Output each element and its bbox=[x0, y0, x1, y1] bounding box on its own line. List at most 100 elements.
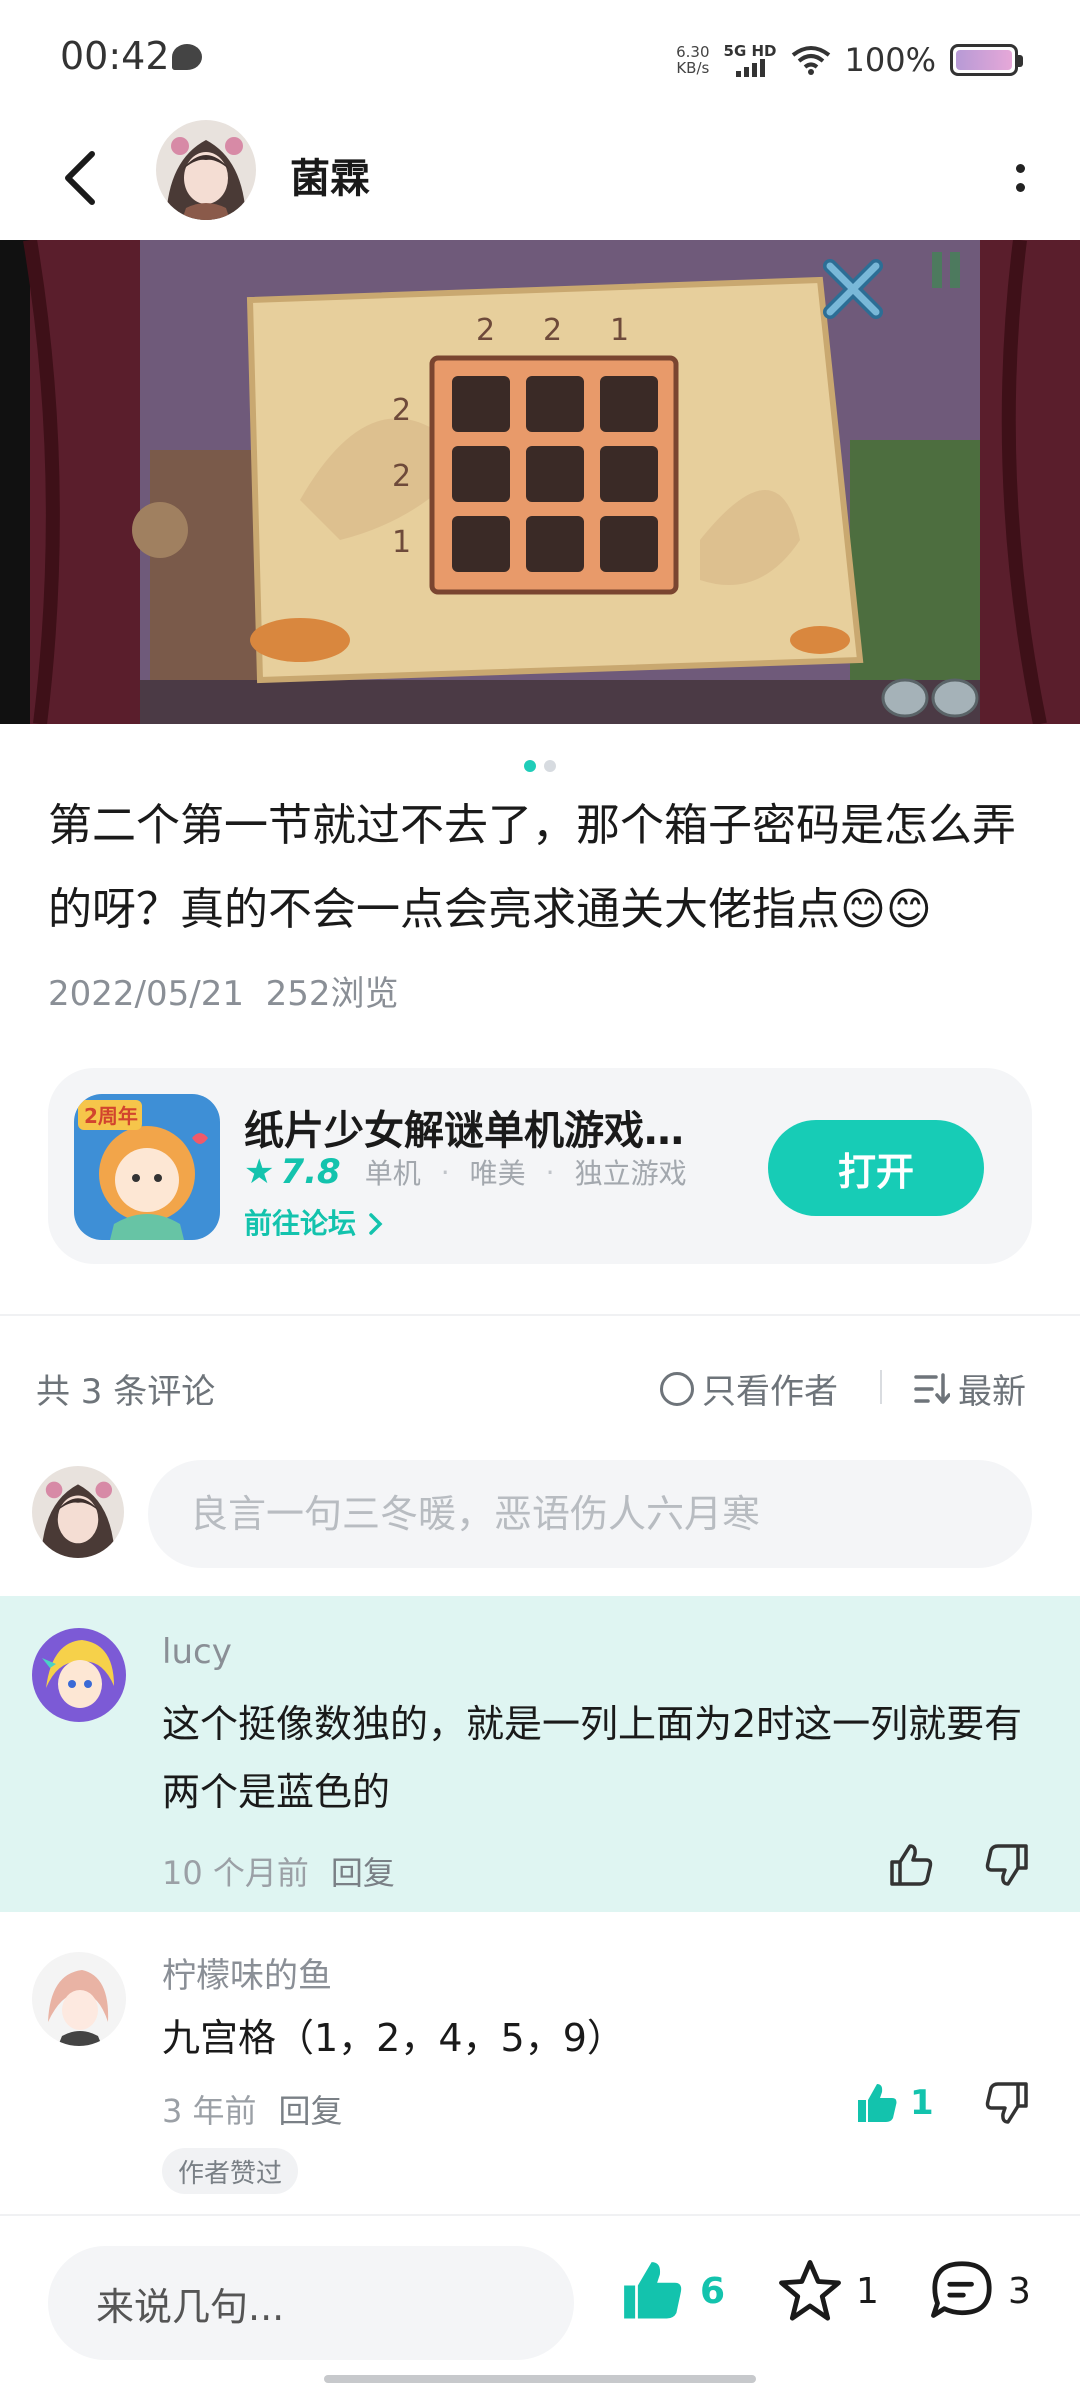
forum-link[interactable]: 前往论坛 bbox=[244, 1202, 386, 1242]
sort-icon bbox=[914, 1372, 950, 1404]
post-date: 2022/05/21 bbox=[48, 974, 244, 1014]
commenter-avatar[interactable] bbox=[32, 1952, 126, 2046]
comment-input[interactable] bbox=[148, 1460, 1032, 1568]
commenter-name[interactable]: lucy bbox=[162, 1632, 232, 1672]
like-count: 1 bbox=[910, 2083, 934, 2123]
comment-text: 九宫格（1，2，4，5，9） bbox=[162, 2016, 625, 2060]
svg-text:1: 1 bbox=[392, 525, 411, 560]
post-views: 252浏览 bbox=[265, 974, 399, 1014]
filter-separator bbox=[880, 1370, 882, 1404]
comment-count: 3 bbox=[1008, 2270, 1031, 2312]
like-button[interactable] bbox=[886, 1840, 936, 1890]
network-speed-value: 6.30 bbox=[676, 43, 710, 61]
comment-item[interactable]: 柠檬味的鱼 九宫格（1，2，4，5，9） 3 年前 回复 1 作者赞过 bbox=[0, 1912, 1080, 2212]
comment-bubble-icon bbox=[931, 2261, 992, 2318]
battery-percent: 100% bbox=[844, 41, 936, 79]
reply-button[interactable]: 回复 bbox=[331, 1848, 395, 1894]
post-like-count: 6 bbox=[700, 2270, 726, 2312]
tag-separator: · bbox=[440, 1155, 450, 1189]
author-liked-badge: 作者赞过 bbox=[162, 2148, 299, 2194]
thumbs-down-icon bbox=[985, 1844, 1028, 1886]
comment-meta: 10 个月前 回复 bbox=[162, 1848, 395, 1894]
wifi-icon bbox=[791, 46, 830, 75]
my-avatar bbox=[32, 1466, 124, 1558]
battery-icon bbox=[950, 44, 1023, 76]
favorite-count: 1 bbox=[856, 2270, 879, 2312]
author-name[interactable]: 菌霖 bbox=[290, 146, 370, 204]
quick-comment-input[interactable]: 来说几句... bbox=[48, 2246, 574, 2360]
post-body: 第二个第一节就过不去了，那个箱子密码是怎么弄的呀？真的不会一点会亮求通关大佬指点… bbox=[48, 800, 1016, 935]
home-indicator[interactable] bbox=[324, 2375, 756, 2383]
bottom-action-bar: 来说几句... 6 1 3 bbox=[0, 2214, 1080, 2388]
signal-label: 5G HD bbox=[723, 42, 777, 60]
svg-text:2: 2 bbox=[392, 459, 411, 494]
post-image-carousel[interactable]: 2 2 1 2 2 1 bbox=[0, 240, 1080, 724]
more-dot-icon bbox=[1015, 183, 1025, 192]
comment-meta: 3 年前 回复 bbox=[162, 2086, 343, 2132]
comment-item[interactable]: lucy 这个挺像数独的，就是一列上面为2时这一列就要有两个是蓝色的 10 个月… bbox=[0, 1596, 1080, 1912]
anniversary-badge: 2周年 bbox=[84, 1104, 138, 1128]
open-game-button[interactable]: 打开 bbox=[768, 1120, 984, 1216]
tag-separator: · bbox=[545, 1155, 555, 1189]
status-time: 00:42 bbox=[60, 34, 170, 78]
comments-count: 共 3 条评论 bbox=[36, 1372, 216, 1412]
star-icon: ★ bbox=[244, 1152, 275, 1192]
thumbs-up-icon bbox=[890, 1844, 933, 1886]
more-options-button[interactable] bbox=[990, 138, 1050, 218]
post-header: 菌霖 bbox=[0, 118, 1080, 240]
comment-time: 10 个月前 bbox=[162, 1854, 309, 1892]
carousel-dot-active bbox=[524, 760, 536, 772]
more-dot-icon bbox=[1015, 164, 1025, 173]
sort-label: 最新 bbox=[958, 1372, 1026, 1412]
carousel-dot bbox=[544, 760, 556, 772]
post-meta: 2022/05/21 252浏览 bbox=[48, 966, 399, 1015]
radio-icon bbox=[660, 1371, 694, 1406]
post-like-button[interactable]: 6 bbox=[618, 2258, 725, 2324]
svg-text:1: 1 bbox=[610, 313, 629, 348]
game-rating-row: ★ 7.8 单机 · 唯美 · 独立游戏 bbox=[244, 1152, 687, 1192]
sort-button[interactable]: 最新 bbox=[914, 1364, 1026, 1413]
forum-link-label: 前往论坛 bbox=[244, 1207, 357, 1240]
message-notification-icon bbox=[172, 44, 202, 70]
svg-text:2: 2 bbox=[476, 313, 495, 348]
dislike-button[interactable] bbox=[982, 2078, 1032, 2132]
game-app-icon[interactable]: 2周年 bbox=[74, 1094, 220, 1240]
thumbs-down-icon bbox=[985, 2082, 1028, 2124]
carousel-indicator bbox=[0, 760, 1080, 772]
back-arrow-icon bbox=[65, 151, 95, 205]
author-only-label: 只看作者 bbox=[702, 1372, 838, 1412]
commenter-avatar[interactable] bbox=[32, 1628, 126, 1722]
author-only-toggle[interactable]: 只看作者 bbox=[660, 1364, 838, 1413]
game-screenshot-image: 2 2 1 2 2 1 bbox=[0, 240, 1080, 724]
like-button-active[interactable]: 1 bbox=[852, 2078, 934, 2128]
cell-signal: 5G HD bbox=[724, 43, 777, 77]
reply-button[interactable]: 回复 bbox=[279, 2086, 343, 2132]
chevron-right-icon bbox=[369, 1213, 383, 1235]
svg-text:2: 2 bbox=[543, 313, 562, 348]
star-icon bbox=[779, 2260, 841, 2321]
game-rating: 7.8 bbox=[280, 1152, 341, 1192]
back-button[interactable] bbox=[50, 140, 110, 216]
game-tag: 唯美 bbox=[469, 1157, 526, 1190]
thumbs-up-filled-icon bbox=[624, 2262, 682, 2319]
author-avatar[interactable] bbox=[156, 120, 256, 220]
game-card[interactable]: 2周年 纸片少女解谜单机游戏… ★ 7.8 单机 · 唯美 · 独立游戏 前往论… bbox=[48, 1068, 1032, 1264]
thumbs-up-filled-icon bbox=[858, 2084, 897, 2122]
game-tags: 单机 · 唯美 · 独立游戏 bbox=[365, 1152, 687, 1192]
dislike-button[interactable] bbox=[982, 1840, 1032, 1894]
comment-text: 这个挺像数独的，就是一列上面为2时这一列就要有两个是蓝色的 bbox=[162, 1702, 1023, 1814]
section-divider bbox=[0, 1314, 1080, 1316]
comment-time: 3 年前 bbox=[162, 2092, 257, 2130]
signal-bars-icon bbox=[735, 59, 765, 77]
game-tag: 独立游戏 bbox=[574, 1157, 687, 1190]
game-tag: 单机 bbox=[364, 1157, 421, 1190]
network-speed-unit: KB/s bbox=[676, 59, 710, 77]
status-bar: 00:42 6.30 KB/s 5G HD 100% bbox=[0, 0, 1080, 118]
status-indicators: 6.30 KB/s 5G HD 100% bbox=[676, 38, 1023, 82]
favorite-button[interactable]: 1 bbox=[776, 2258, 879, 2324]
commenter-name[interactable]: 柠檬味的鱼 bbox=[162, 1948, 332, 1997]
svg-text:2: 2 bbox=[392, 393, 411, 428]
game-title[interactable]: 纸片少女解谜单机游戏… bbox=[244, 1098, 724, 1156]
comment-button[interactable]: 3 bbox=[928, 2258, 1031, 2324]
network-speed: 6.30 KB/s bbox=[676, 44, 709, 76]
